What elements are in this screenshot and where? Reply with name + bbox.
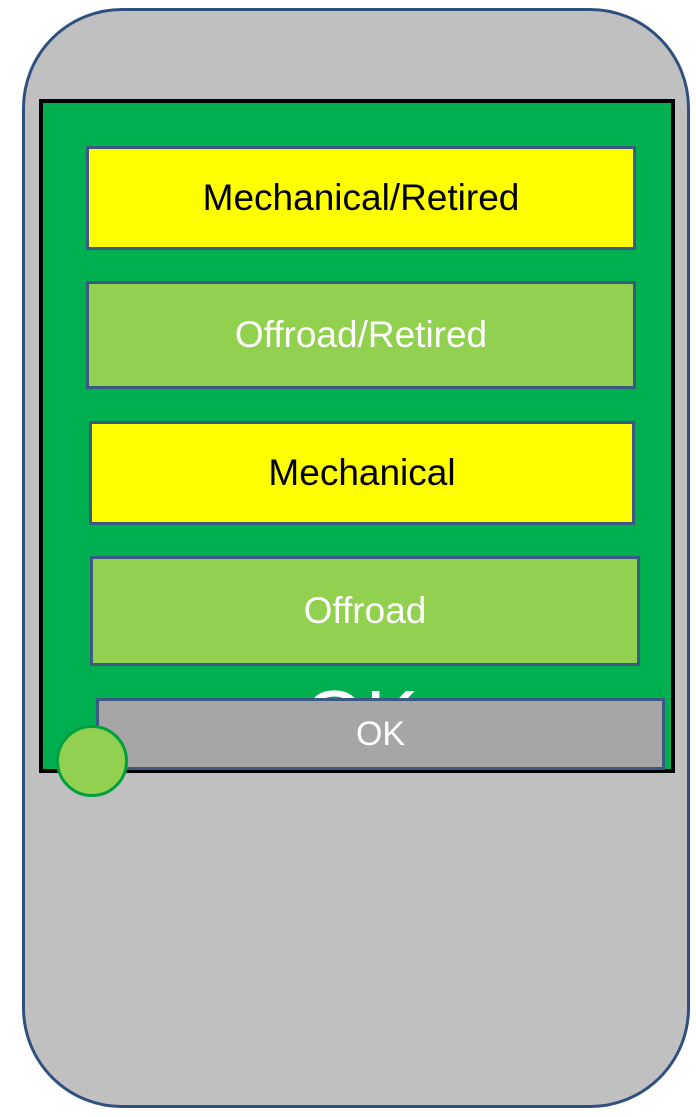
option-mechanical-button[interactable]: Mechanical	[89, 421, 635, 525]
slider-label: OK	[355, 714, 406, 753]
screen: Mechanical/Retired Offroad/Retired Mecha…	[39, 99, 675, 797]
option-mechanical-retired-button[interactable]: Mechanical/Retired	[86, 146, 636, 250]
confirm-slider-track[interactable]: OK	[96, 698, 665, 770]
slider-knob[interactable]	[56, 725, 128, 797]
option-offroad-button[interactable]: Offroad	[90, 556, 640, 666]
option-offroad-retired-button[interactable]: Offroad/Retired	[86, 281, 636, 389]
